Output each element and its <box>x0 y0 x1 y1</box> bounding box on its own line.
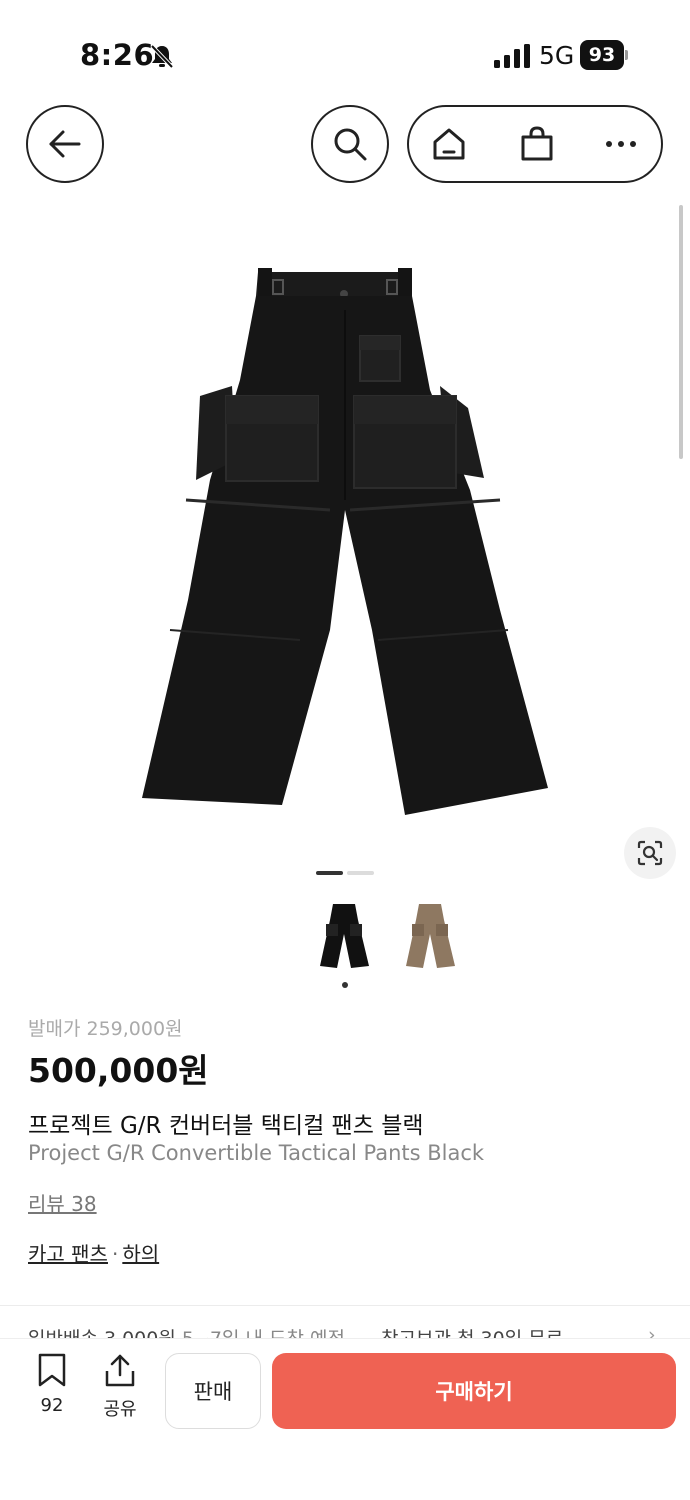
more-button[interactable] <box>581 107 661 181</box>
variant-selected-indicator <box>342 982 348 988</box>
product-name-english: Project G/R Convertible Tactical Pants B… <box>28 1141 485 1165</box>
category-link-bottoms[interactable]: 하의 <box>122 1242 159 1266</box>
current-price: 500,000원 <box>28 1051 209 1090</box>
bookmark-button[interactable]: 92 <box>28 1353 76 1416</box>
cart-button[interactable] <box>497 107 577 181</box>
buy-button[interactable]: 구매하기 <box>272 1353 676 1429</box>
category-breadcrumb: 카고 팬츠 · 하의 <box>28 1238 159 1267</box>
back-button[interactable] <box>26 105 104 183</box>
category-separator: · <box>111 1242 119 1266</box>
shopping-bag-icon <box>521 126 553 161</box>
share-button[interactable]: 공유 <box>96 1353 144 1421</box>
product-name-korean: 프로젝트 G/R 컨버터블 택티컬 팬츠 블랙 <box>28 1113 424 1139</box>
category-link-cargo-pants[interactable]: 카고 팬츠 <box>28 1242 108 1266</box>
search-button[interactable] <box>311 105 389 183</box>
variant-thumb-image <box>406 904 455 968</box>
section-divider <box>0 1305 690 1306</box>
nav-action-group <box>407 105 663 183</box>
network-type: 5G <box>539 41 575 70</box>
variant-thumb-image <box>320 904 369 968</box>
carousel-dot-active[interactable] <box>316 871 343 875</box>
bookmark-count: 92 <box>40 1395 64 1416</box>
more-horizontal-icon <box>606 141 636 147</box>
product-image <box>142 268 548 815</box>
share-icon <box>105 1354 135 1387</box>
arrow-left-icon <box>49 130 81 158</box>
search-icon <box>334 128 367 161</box>
image-search-button[interactable] <box>624 827 676 879</box>
review-link[interactable]: 리뷰 38 <box>28 1188 97 1217</box>
cellular-signal-icon <box>494 44 530 68</box>
battery-icon: 93 <box>580 40 628 70</box>
home-icon <box>433 128 465 160</box>
bookmark-icon <box>38 1353 66 1387</box>
release-price: 발매가 259,000원 <box>28 1018 183 1040</box>
product-image-carousel[interactable] <box>0 210 690 860</box>
status-bar: 8:26 5G 93 <box>0 0 690 110</box>
carousel-dot[interactable] <box>347 871 374 875</box>
status-time: 8:26 <box>80 38 155 72</box>
variant-thumb-black[interactable] <box>314 898 374 973</box>
home-button[interactable] <box>409 107 489 181</box>
share-label: 공유 <box>103 1399 137 1420</box>
bottom-action-bar: 92 공유 판매 구매하기 <box>0 1338 690 1500</box>
bell-muted-icon <box>150 44 174 69</box>
variant-thumb-khaki[interactable] <box>400 898 460 973</box>
image-search-icon <box>637 840 663 866</box>
battery-level: 93 <box>580 40 624 70</box>
carousel-pagination <box>316 871 374 875</box>
sell-button[interactable]: 판매 <box>165 1353 261 1429</box>
